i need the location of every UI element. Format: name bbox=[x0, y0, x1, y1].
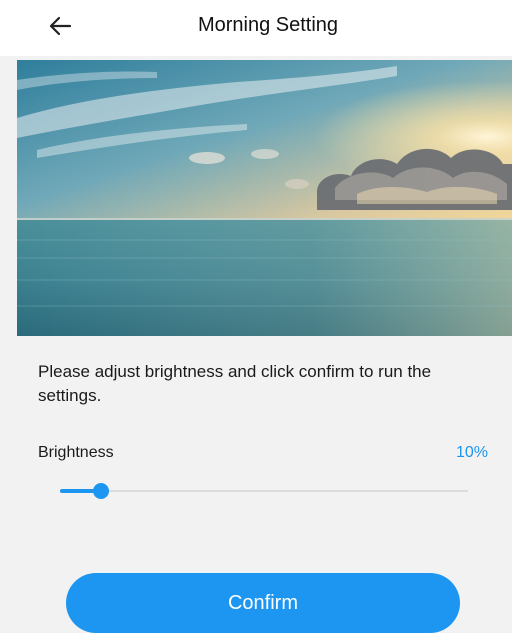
slider-track bbox=[60, 490, 468, 492]
sea-sunrise-image bbox=[17, 60, 512, 336]
brightness-value: 10% bbox=[455, 444, 488, 461]
page-title: Morning Setting bbox=[197, 14, 339, 36]
brightness-label: Brightness bbox=[38, 444, 114, 461]
brightness-slider[interactable] bbox=[60, 480, 468, 502]
slider-thumb[interactable] bbox=[92, 483, 109, 499]
instruction-text: Please adjust brightness and click confi… bbox=[38, 362, 432, 405]
top-bar: Morning Setting bbox=[0, 0, 512, 56]
confirm-button[interactable]: Confirm bbox=[66, 573, 460, 633]
